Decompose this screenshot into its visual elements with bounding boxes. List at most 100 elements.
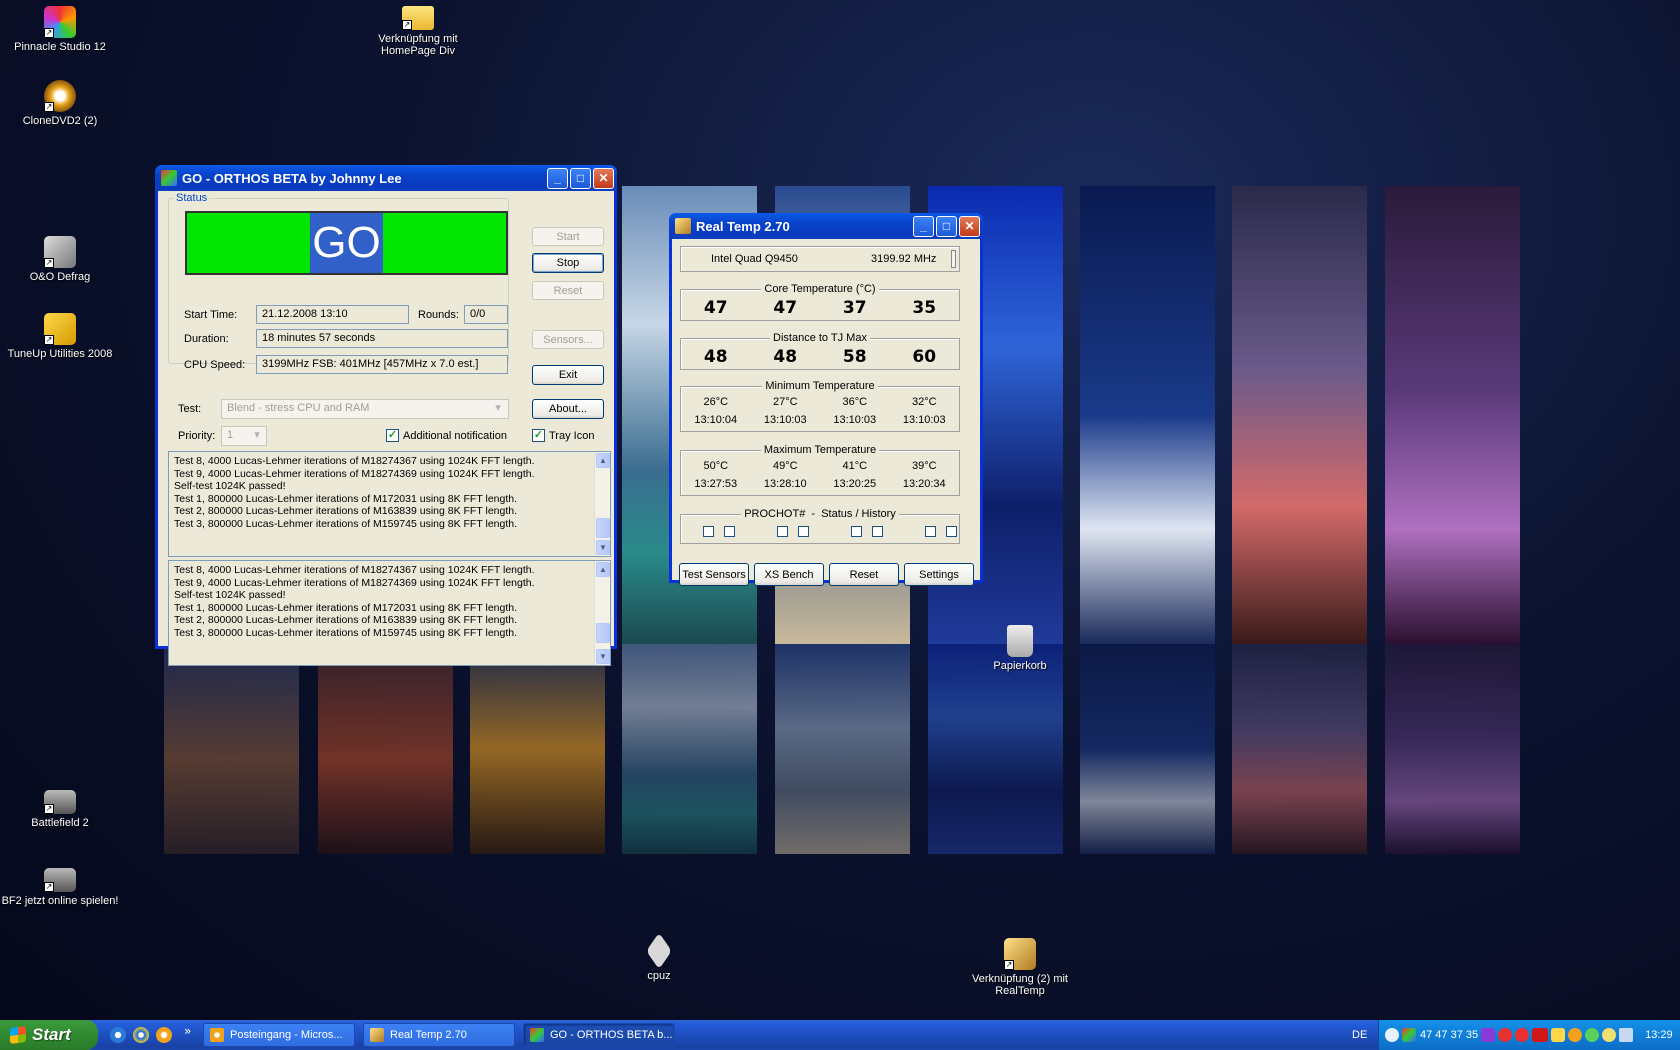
desktop-icon-clonedvd[interactable]: ↗ CloneDVD2 (2) [0, 80, 120, 127]
desktop-icon-realtemp-shortcut[interactable]: ↗ Verknüpfung (2) mit RealTemp [960, 938, 1080, 997]
desktop-icon-oodefrag[interactable]: ↗ O&O Defrag [0, 236, 120, 283]
log-line: Test 9, 4000 Lucas-Lehmer iterations of … [174, 467, 535, 480]
wallpaper-reflection [622, 644, 757, 854]
taskbar-item-posteingang[interactable]: Posteingang - Micros... [203, 1023, 355, 1047]
min-temp-value: 26°C [703, 396, 729, 408]
reset-button[interactable]: Reset [829, 563, 899, 586]
wallpaper-reflection [1385, 644, 1520, 854]
outlook-icon[interactable] [156, 1027, 172, 1043]
desktop-icon-label: Pinnacle Studio 12 [14, 41, 106, 53]
desktop-icon-pinnacle[interactable]: ↗ Pinnacle Studio 12 [0, 6, 120, 53]
scrollbar[interactable]: ▲ ▼ [594, 561, 610, 665]
antivirus-icon[interactable] [1498, 1028, 1513, 1042]
test-sensors-button[interactable]: Test Sensors [679, 563, 749, 586]
realtemp-titlebar[interactable]: Real Temp 2.70 _ □ ✕ [669, 213, 983, 239]
reset-button[interactable]: Reset [532, 281, 604, 300]
settings-button[interactable]: Settings [904, 563, 974, 586]
max-temp-value: 50°C [703, 460, 729, 472]
minimize-button[interactable]: _ [547, 168, 568, 189]
update-icon[interactable] [1585, 1028, 1600, 1042]
close-button[interactable]: ✕ [959, 216, 980, 237]
taskbar-item-orthos[interactable]: GO - ORTHOS BETA b... [523, 1023, 675, 1047]
desktop-icon-papierkorb[interactable]: Papierkorb [960, 625, 1080, 672]
maximize-button[interactable]: □ [570, 168, 591, 189]
minimize-button[interactable]: _ [913, 216, 934, 237]
scroll-thumb[interactable] [596, 518, 610, 538]
sensors-button[interactable]: Sensors... [532, 330, 604, 349]
wallpaper-strip [164, 644, 299, 854]
status-text: GO [310, 213, 383, 273]
mail-icon[interactable] [1568, 1028, 1583, 1042]
checkmark-icon: ✓ [386, 429, 399, 442]
realtemp-title: Real Temp 2.70 [696, 218, 790, 234]
log-pane-1[interactable]: Test 8, 4000 Lucas-Lehmer iterations of … [168, 451, 611, 557]
internet-explorer-icon[interactable] [133, 1027, 149, 1043]
scroll-down-icon[interactable]: ▼ [596, 649, 610, 664]
duration-field: 18 minutes 57 seconds [256, 329, 508, 348]
taskbar-item-realtemp[interactable]: Real Temp 2.70 [363, 1023, 515, 1047]
max-temp-value: 39°C [911, 460, 937, 472]
desktop-icon-battlefield2[interactable]: ↗ Battlefield 2 [0, 790, 120, 829]
log-line: Test 9, 4000 Lucas-Lehmer iterations of … [174, 576, 535, 589]
taskbar-item-label: Real Temp 2.70 [390, 1029, 467, 1041]
scroll-thumb[interactable] [596, 623, 610, 643]
tuneup-tray-icon[interactable] [1551, 1028, 1566, 1042]
volume-icon[interactable] [1619, 1028, 1634, 1042]
desktop-icon-cpuz[interactable]: cpuz [599, 932, 719, 982]
start-button[interactable]: Start [0, 1020, 98, 1050]
orthos-tray-icon[interactable] [1402, 1028, 1416, 1042]
security-icon[interactable] [1515, 1028, 1530, 1042]
test-select[interactable]: Blend - stress CPU and RAM ▾ [221, 399, 509, 419]
cpu-info-divider [951, 250, 956, 268]
prochot-status-checkbox [851, 526, 862, 537]
language-indicator[interactable]: DE [1352, 1029, 1367, 1041]
desktop-icon-label: Verknüpfung mit HomePage Div [378, 33, 458, 57]
network-icon[interactable] [1481, 1028, 1496, 1042]
orthos-window[interactable]: GO - ORTHOS BETA by Johnny Lee _ □ ✕ Sta… [155, 165, 617, 666]
cpuz-icon [646, 932, 672, 970]
desktop-icon-homepage[interactable]: ↗ Verknüpfung mit HomePage Div [358, 6, 478, 57]
folder-icon: ↗ [402, 6, 434, 30]
quicklaunch-more-icon[interactable]: » [184, 1024, 191, 1038]
start-button[interactable]: Start [532, 227, 604, 246]
maximum-temperature-title: Maximum Temperature [760, 444, 880, 456]
taskbar-item-label: Posteingang - Micros... [230, 1029, 343, 1041]
ati-icon[interactable] [1532, 1028, 1549, 1042]
plane-icon[interactable] [1602, 1028, 1617, 1042]
clock[interactable]: 13:29 [1645, 1029, 1673, 1041]
maximize-button[interactable]: □ [936, 216, 957, 237]
tray-icon-checkbox[interactable]: ✓ Tray Icon [532, 429, 594, 442]
pinnacle-icon: ↗ [44, 6, 76, 38]
log-line: Test 2, 800000 Lucas-Lehmer iterations o… [174, 614, 518, 626]
realtemp-window[interactable]: Real Temp 2.70 _ □ ✕ Intel Quad Q9450 31… [669, 213, 983, 586]
close-button[interactable]: ✕ [593, 168, 614, 189]
wallpaper-strip [1232, 186, 1367, 644]
show-desktop-icon[interactable] [110, 1027, 126, 1043]
tjmax-value: 60 [912, 347, 937, 367]
xs-bench-button[interactable]: XS Bench [754, 563, 824, 586]
scroll-up-icon[interactable]: ▲ [596, 453, 610, 468]
log-pane-2[interactable]: Test 8, 4000 Lucas-Lehmer iterations of … [168, 560, 611, 666]
exit-button[interactable]: Exit [532, 365, 604, 385]
cpu-name: Intel Quad Q9450 [711, 253, 798, 265]
desktop-icon-tuneup[interactable]: ↗ TuneUp Utilities 2008 [0, 313, 120, 360]
desktop-icon-label: O&O Defrag [29, 271, 91, 283]
chevron-left-icon[interactable] [1385, 1028, 1399, 1042]
scroll-up-icon[interactable]: ▲ [596, 562, 610, 577]
additional-notification-checkbox[interactable]: ✓ Additional notification [386, 429, 507, 442]
status-indicator: GO [185, 211, 508, 275]
log-line: Test 3, 800000 Lucas-Lehmer iterations o… [174, 517, 518, 530]
core-temperature-group: Core Temperature (°C) 47 47 37 35 [680, 283, 960, 321]
orthos-titlebar[interactable]: GO - ORTHOS BETA by Johnny Lee _ □ ✕ [155, 165, 617, 191]
prochot-status-checkbox [925, 526, 936, 537]
stop-button[interactable]: Stop [532, 253, 604, 273]
prochot-group: PROCHOT# - Status / History [680, 508, 960, 544]
tray-temperatures[interactable]: 47 47 37 35 [1420, 1029, 1478, 1041]
desktop-icon-bf2-online[interactable]: ↗ BF2 jetzt online spielen! [0, 868, 120, 907]
priority-select[interactable]: 1 ▾ [221, 426, 267, 446]
scrollbar[interactable]: ▲ ▼ [594, 452, 610, 556]
about-button[interactable]: About... [532, 399, 604, 419]
desktop-icon-label: Papierkorb [993, 660, 1047, 672]
scroll-down-icon[interactable]: ▼ [596, 540, 610, 555]
max-temp-time: 13:20:34 [902, 478, 946, 490]
